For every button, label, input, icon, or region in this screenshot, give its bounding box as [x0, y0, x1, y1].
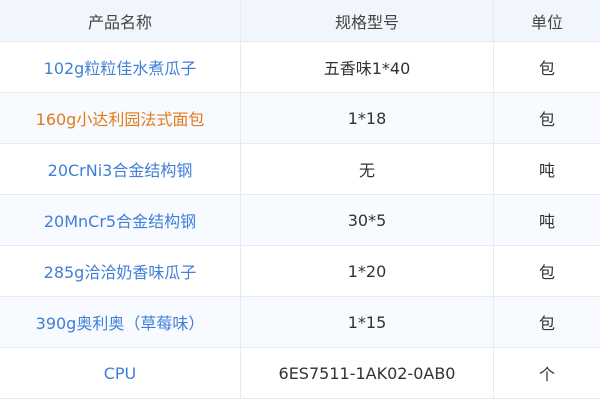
table-row: CPU 6ES7511-1AK02-0AB0 个 [0, 348, 600, 399]
product-name-link[interactable]: CPU [104, 364, 137, 383]
spec-cell: 30*5 [241, 195, 494, 245]
spec-cell: 无 [241, 144, 494, 194]
header-product-name[interactable]: 产品名称 [0, 0, 241, 41]
table-row: 102g粒粒佳水煮瓜子 五香味1*40 包 [0, 42, 600, 93]
spec-cell: 6ES7511-1AK02-0AB0 [241, 348, 494, 398]
product-name-link[interactable]: 390g奥利奥（草莓味） [36, 310, 205, 334]
product-name-cell: 20CrNi3合金结构钢 [0, 144, 241, 194]
table-row: 20CrNi3合金结构钢 无 吨 [0, 144, 600, 195]
unit-cell: 包 [538, 263, 555, 282]
spec-cell: 1*15 [241, 297, 494, 347]
unit-cell: 吨 [538, 161, 555, 180]
table-row: 160g小达利园法式面包 1*18 包 [0, 93, 600, 144]
product-name-link[interactable]: 20MnCr5合金结构钢 [44, 208, 196, 232]
unit-cell: 个 [538, 365, 555, 384]
unit-cell: 包 [538, 110, 555, 129]
spec-cell: 五香味1*40 [241, 42, 494, 92]
spec-cell: 1*18 [241, 93, 494, 143]
product-name-cell: 390g奥利奥（草莓味） [0, 297, 241, 347]
product-name-cell: 285g洽洽奶香味瓜子 [0, 246, 241, 296]
unit-cell: 包 [538, 314, 555, 333]
table-row: 390g奥利奥（草莓味） 1*15 包 [0, 297, 600, 348]
spec-cell: 1*20 [241, 246, 494, 296]
product-table: 产品名称 规格型号 单位 102g粒粒佳水煮瓜子 五香味1*40 包 160g小… [0, 0, 600, 400]
product-name-cell: CPU [0, 348, 241, 398]
product-name-link[interactable]: 20CrNi3合金结构钢 [48, 157, 193, 181]
table-row: 20MnCr5合金结构钢 30*5 吨 [0, 195, 600, 246]
unit-cell: 吨 [538, 212, 555, 231]
product-name-cell: 160g小达利园法式面包 [0, 93, 241, 143]
product-name-cell: 20MnCr5合金结构钢 [0, 195, 241, 245]
unit-cell: 包 [538, 59, 555, 78]
product-name-link[interactable]: 285g洽洽奶香味瓜子 [44, 259, 197, 283]
header-unit[interactable]: 单位 [494, 0, 600, 41]
header-spec-model[interactable]: 规格型号 [241, 0, 494, 41]
table-header: 产品名称 规格型号 单位 [0, 0, 600, 42]
product-name-cell: 102g粒粒佳水煮瓜子 [0, 42, 241, 92]
table-row: 285g洽洽奶香味瓜子 1*20 包 [0, 246, 600, 297]
product-name-link[interactable]: 102g粒粒佳水煮瓜子 [44, 55, 197, 79]
product-name-link[interactable]: 160g小达利园法式面包 [36, 106, 205, 130]
